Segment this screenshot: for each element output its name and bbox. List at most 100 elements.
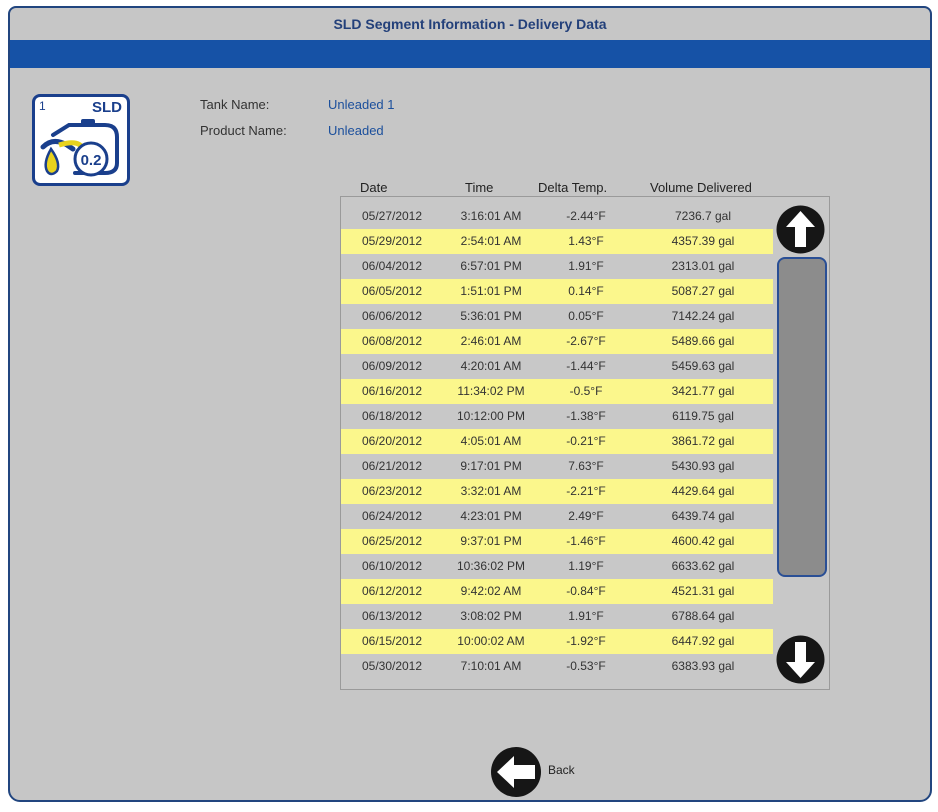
table-row[interactable]: 06/12/2012 9:42:02 AM -0.84°F 4521.31 ga… xyxy=(341,579,773,604)
volume-cell: 4521.31 gal xyxy=(671,584,735,598)
date-cell: 06/16/2012 xyxy=(361,384,423,398)
delta-temp-cell: -1.92°F xyxy=(566,634,606,648)
delta-temp-cell: 1.91°F xyxy=(568,259,604,273)
volume-cell: 6119.75 gal xyxy=(672,409,734,423)
delta-temp-cell: -0.53°F xyxy=(566,659,606,673)
time-cell: 4:20:01 AM xyxy=(460,359,522,373)
time-cell: 3:16:01 AM xyxy=(460,209,522,223)
table-row[interactable]: 06/23/2012 3:32:01 AM -2.21°F 4429.64 ga… xyxy=(341,479,773,504)
time-cell: 3:08:02 PM xyxy=(460,609,522,623)
window-title: SLD Segment Information - Delivery Data xyxy=(333,16,607,32)
volume-cell: 5489.66 gal xyxy=(671,334,735,348)
table-row[interactable]: 05/27/2012 3:16:01 AM -2.44°F 7236.7 gal xyxy=(341,204,773,229)
date-cell: 06/21/2012 xyxy=(361,459,423,473)
scroll-down-icon[interactable] xyxy=(774,633,827,686)
delta-temp-cell: -1.46°F xyxy=(566,534,606,548)
scrollbar-thumb[interactable] xyxy=(777,257,827,577)
table-row[interactable]: 05/30/2012 7:10:01 AM -0.53°F 6383.93 ga… xyxy=(341,654,773,679)
sld-label: SLD xyxy=(92,99,122,116)
time-cell: 2:46:01 AM xyxy=(460,334,522,348)
date-cell: 06/20/2012 xyxy=(361,434,423,448)
time-cell: 10:36:02 PM xyxy=(456,559,526,573)
volume-cell: 7142.24 gal xyxy=(671,309,735,323)
volume-cell: 6788.64 gal xyxy=(671,609,735,623)
date-cell: 06/10/2012 xyxy=(361,559,423,573)
volume-cell: 3861.72 gal xyxy=(671,434,735,448)
date-cell: 06/12/2012 xyxy=(361,584,423,598)
table-row[interactable]: 06/21/2012 9:17:01 PM 7.63°F 5430.93 gal xyxy=(341,454,773,479)
date-cell: 06/05/2012 xyxy=(361,284,423,298)
time-cell: 10:00:02 AM xyxy=(457,634,525,648)
table-row[interactable]: 06/05/2012 1:51:01 PM 0.14°F 5087.27 gal xyxy=(341,279,773,304)
table-row[interactable]: 06/10/2012 10:36:02 PM 1.19°F 6633.62 ga… xyxy=(341,554,773,579)
table-row[interactable]: 06/16/2012 11:34:02 PM -0.5°F 3421.77 ga… xyxy=(341,379,773,404)
date-cell: 05/30/2012 xyxy=(361,659,423,673)
time-cell: 4:05:01 AM xyxy=(460,434,522,448)
delta-temp-cell: -0.84°F xyxy=(566,584,606,598)
volume-cell: 3421.77 gal xyxy=(671,384,735,398)
volume-cell: 4429.64 gal xyxy=(671,484,735,498)
date-cell: 05/27/2012 xyxy=(361,209,423,223)
date-cell: 06/25/2012 xyxy=(361,534,423,548)
table-row[interactable]: 06/13/2012 3:08:02 PM 1.91°F 6788.64 gal xyxy=(341,604,773,629)
volume-cell: 7236.7 gal xyxy=(674,209,732,223)
tank-number: 1 xyxy=(39,99,46,113)
column-header-delta-temp: Delta Temp. xyxy=(538,180,608,195)
volume-cell: 6633.62 gal xyxy=(671,559,735,573)
fuel-tank-icon: 0.2 xyxy=(40,119,119,177)
delta-temp-cell: 2.49°F xyxy=(568,509,604,523)
table-row[interactable]: 06/06/2012 5:36:01 PM 0.05°F 7142.24 gal xyxy=(341,304,773,329)
scroll-up-icon[interactable] xyxy=(774,203,827,256)
delta-temp-cell: 0.14°F xyxy=(568,284,604,298)
sld-value: 0.2 xyxy=(81,152,102,169)
delta-temp-cell: -2.67°F xyxy=(566,334,606,348)
date-cell: 06/13/2012 xyxy=(361,609,423,623)
tank-name-value: Unleaded 1 xyxy=(328,97,395,112)
volume-cell: 4600.42 gal xyxy=(671,534,735,548)
delta-temp-cell: 7.63°F xyxy=(568,459,604,473)
volume-cell: 4357.39 gal xyxy=(671,234,735,248)
delta-temp-cell: 0.05°F xyxy=(568,309,604,323)
back-arrow-icon[interactable] xyxy=(488,744,544,800)
date-cell: 06/08/2012 xyxy=(361,334,423,348)
volume-cell: 5459.63 gal xyxy=(671,359,735,373)
date-cell: 06/04/2012 xyxy=(361,259,423,273)
table-row[interactable]: 06/04/2012 6:57:01 PM 1.91°F 2313.01 gal xyxy=(341,254,773,279)
back-button-label[interactable]: Back xyxy=(548,763,575,777)
date-cell: 05/29/2012 xyxy=(361,234,423,248)
time-cell: 6:57:01 PM xyxy=(460,259,522,273)
table-row[interactable]: 06/15/2012 10:00:02 AM -1.92°F 6447.92 g… xyxy=(341,629,773,654)
time-cell: 10:12:00 PM xyxy=(456,409,526,423)
time-cell: 3:32:01 AM xyxy=(460,484,522,498)
time-cell: 5:36:01 PM xyxy=(460,309,522,323)
table-row[interactable]: 06/18/2012 10:12:00 PM -1.38°F 6119.75 g… xyxy=(341,404,773,429)
time-cell: 1:51:01 PM xyxy=(460,284,522,298)
table-row[interactable]: 06/24/2012 4:23:01 PM 2.49°F 6439.74 gal xyxy=(341,504,773,529)
volume-cell: 5087.27 gal xyxy=(671,284,735,298)
delta-temp-cell: -2.44°F xyxy=(566,209,606,223)
product-name-label: Product Name: xyxy=(200,123,287,138)
volume-cell: 2313.01 gal xyxy=(671,259,735,273)
date-cell: 06/15/2012 xyxy=(361,634,423,648)
table-row[interactable]: 06/08/2012 2:46:01 AM -2.67°F 5489.66 ga… xyxy=(341,329,773,354)
tank-name-label: Tank Name: xyxy=(200,97,270,112)
time-cell: 9:42:02 AM xyxy=(460,584,522,598)
time-cell: 4:23:01 PM xyxy=(460,509,522,523)
table-row[interactable]: 06/20/2012 4:05:01 AM -0.21°F 3861.72 ga… xyxy=(341,429,773,454)
app-window: SLD Segment Information - Delivery Data … xyxy=(8,6,932,802)
delta-temp-cell: -2.21°F xyxy=(566,484,606,498)
column-header-volume: Volume Delivered xyxy=(650,180,752,195)
delta-temp-cell: -1.44°F xyxy=(566,359,606,373)
table-row[interactable]: 06/09/2012 4:20:01 AM -1.44°F 5459.63 ga… xyxy=(341,354,773,379)
delta-temp-cell: -0.5°F xyxy=(569,384,603,398)
time-cell: 11:34:02 PM xyxy=(457,384,525,398)
delivery-table[interactable]: 05/27/2012 3:16:01 AM -2.44°F 7236.7 gal… xyxy=(340,196,830,690)
title-bar xyxy=(10,40,930,68)
volume-cell: 6447.92 gal xyxy=(671,634,735,648)
time-cell: 2:54:01 AM xyxy=(460,234,522,248)
delta-temp-cell: -0.21°F xyxy=(566,434,606,448)
delta-temp-cell: 1.91°F xyxy=(568,609,604,623)
volume-cell: 6439.74 gal xyxy=(671,509,735,523)
table-row[interactable]: 06/25/2012 9:37:01 PM -1.46°F 4600.42 ga… xyxy=(341,529,773,554)
table-row[interactable]: 05/29/2012 2:54:01 AM 1.43°F 4357.39 gal xyxy=(341,229,773,254)
